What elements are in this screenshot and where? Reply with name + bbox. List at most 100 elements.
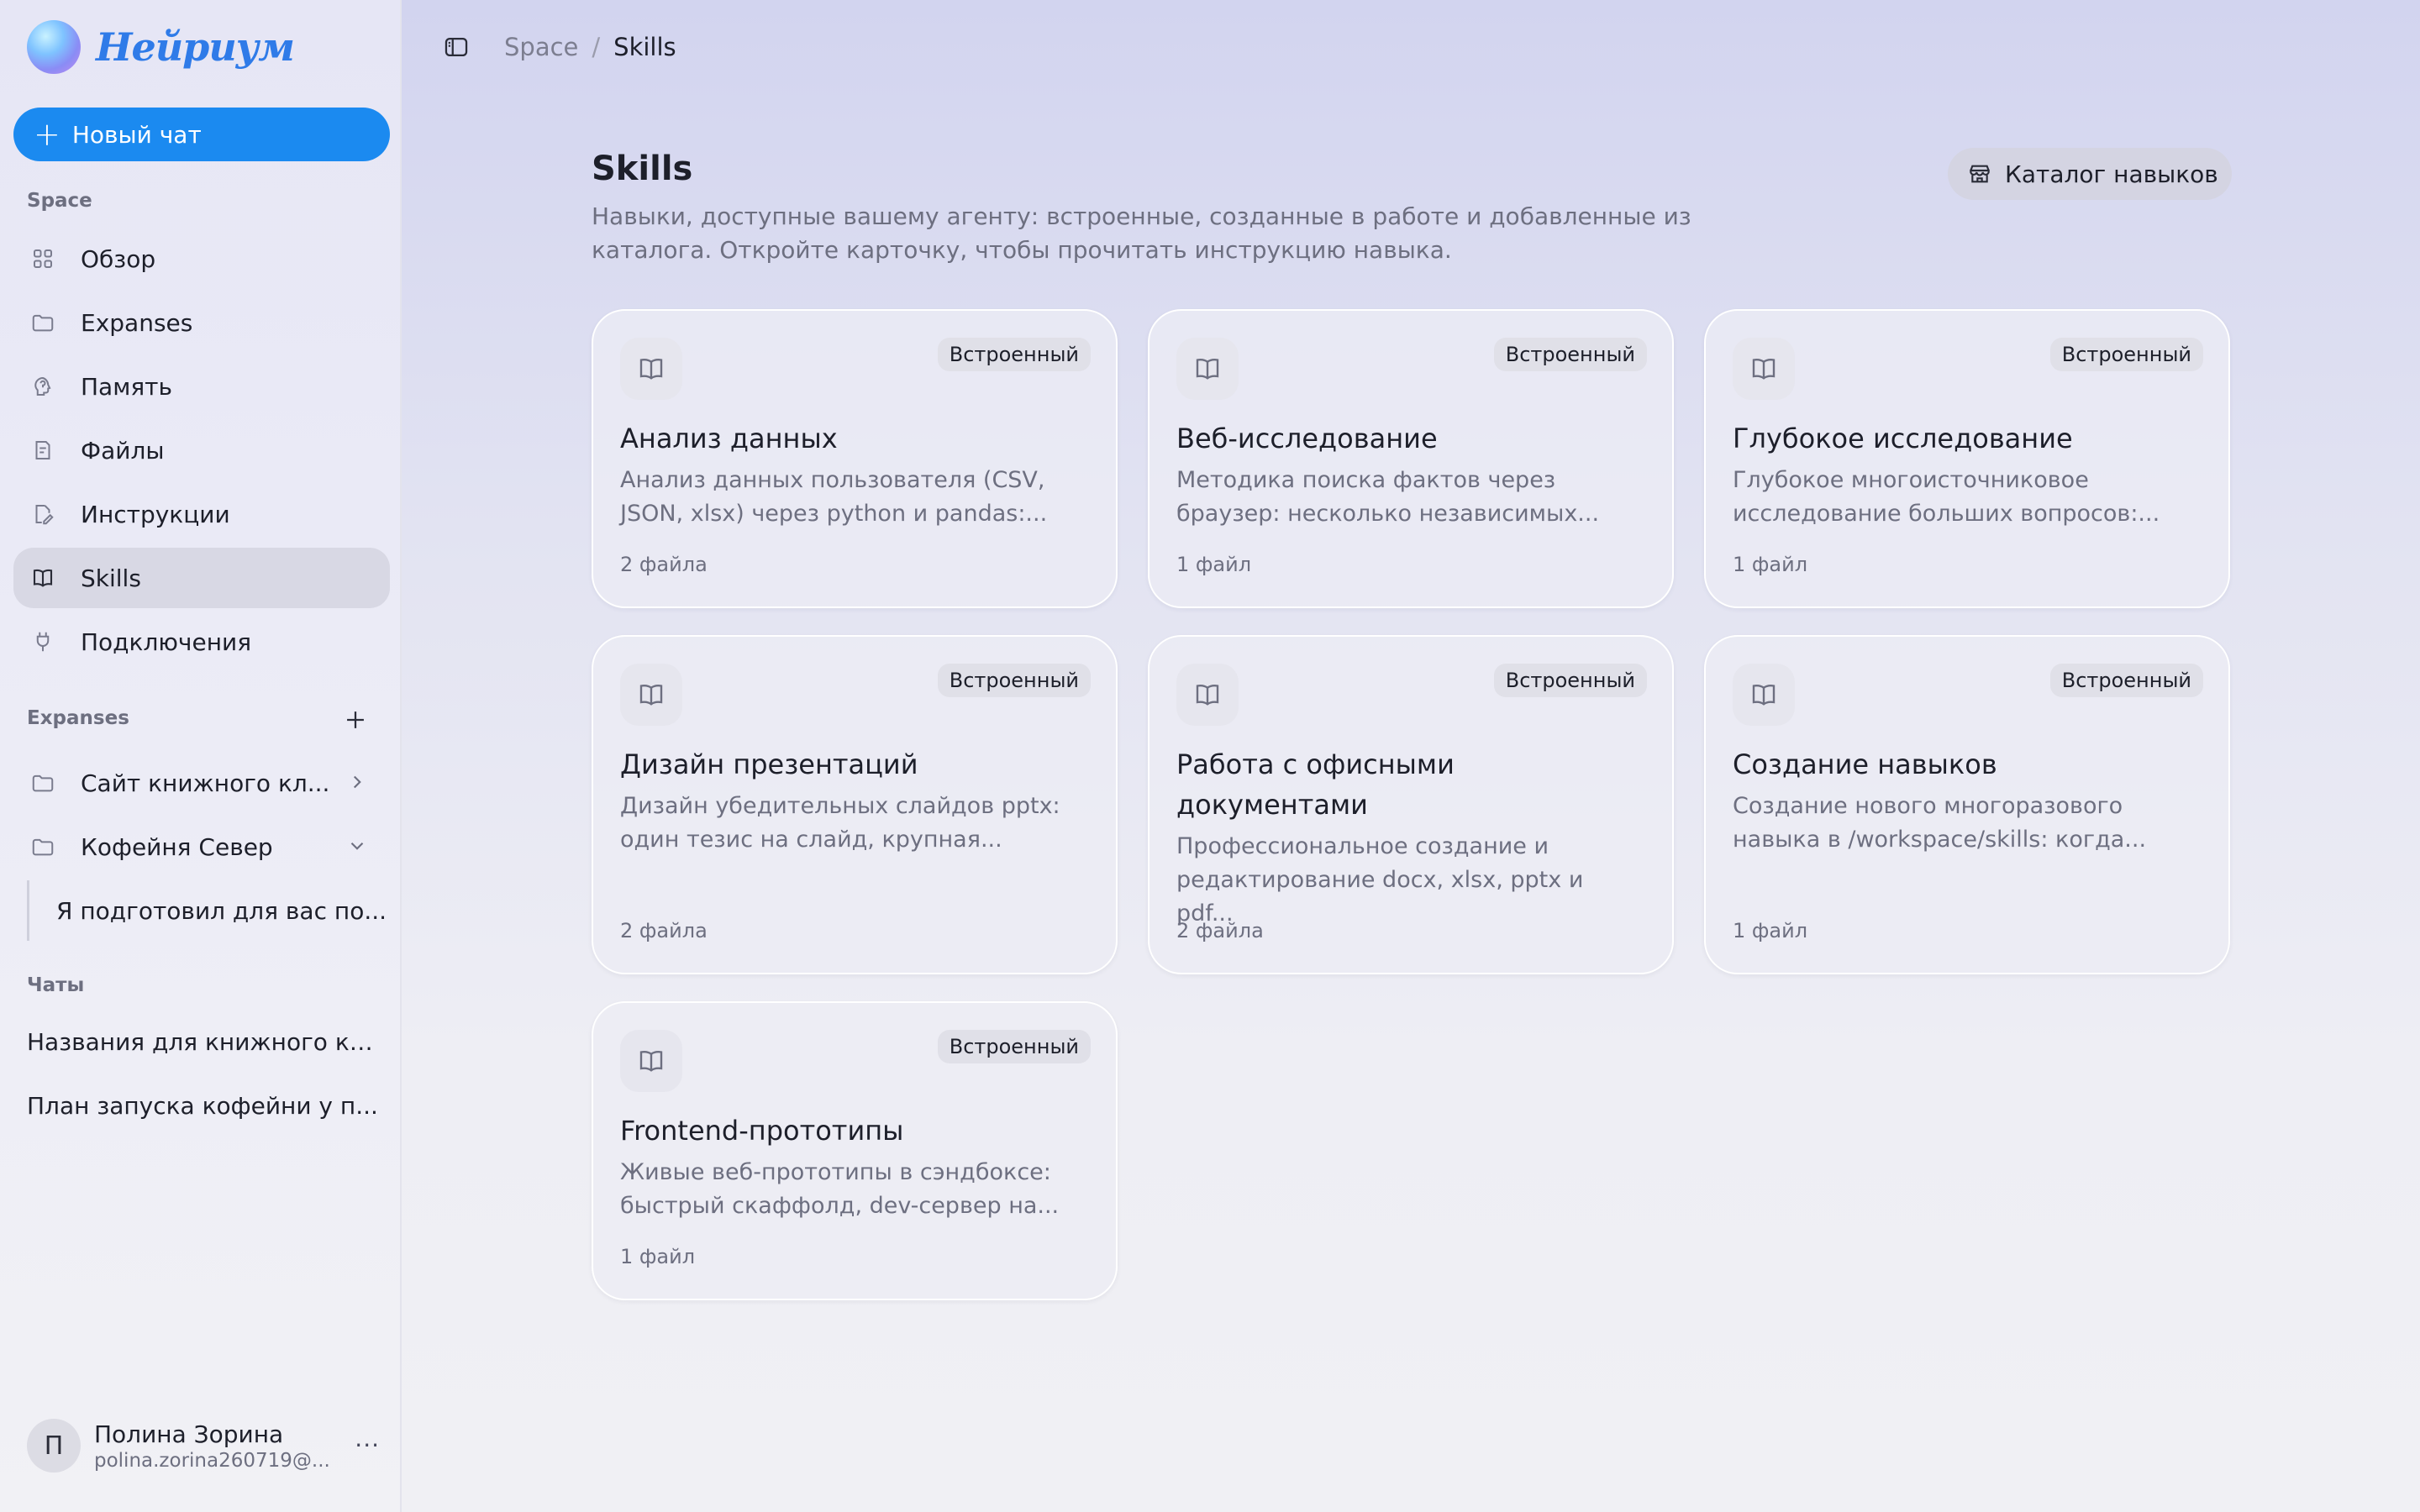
- book-icon: [29, 564, 57, 592]
- book-icon: [1733, 338, 1795, 400]
- sidebar-item-files[interactable]: Файлы: [13, 420, 390, 480]
- book-icon: [620, 338, 682, 400]
- builtin-badge: Встроенный: [2049, 338, 2203, 371]
- grid-icon: [29, 244, 57, 273]
- new-chat-button[interactable]: + Новый чат: [13, 108, 390, 161]
- edit-document-icon: [29, 500, 57, 528]
- skill-description: Глубокое многоисточниковое исследование …: [1733, 467, 2160, 527]
- page-title: Skills: [592, 150, 693, 188]
- sidebar-item-label: Подключения: [81, 627, 252, 656]
- skill-description: Профессиональное создание и редактирован…: [1176, 833, 1584, 927]
- sidebar-item-label: Файлы: [81, 436, 165, 465]
- expanse-item-book-club[interactable]: Сайт книжного кл...: [13, 753, 390, 813]
- skill-file-count: 2 файла: [620, 919, 708, 942]
- sidebar-item-instructions[interactable]: Инструкции: [13, 484, 390, 544]
- user-name: Полина Зорина: [94, 1420, 284, 1448]
- user-info: Полина Зорина polina.zorina260719@...: [94, 1420, 330, 1472]
- section-label-chats: Чаты: [27, 974, 85, 996]
- skills-catalog-button[interactable]: Каталог навыков: [1948, 148, 2232, 200]
- skill-title: Глубокое исследование: [1733, 423, 2073, 454]
- book-icon: [1176, 664, 1239, 726]
- section-label-expanses: Expanses: [27, 707, 129, 729]
- sidebar-item-label: Expanses: [81, 308, 193, 337]
- book-icon: [620, 664, 682, 726]
- builtin-badge: Встроенный: [937, 1030, 1091, 1063]
- skill-description: Живые веб-прототипы в сэндбоксе: быстрый…: [620, 1159, 1060, 1219]
- skill-card[interactable]: Встроенный Глубокое исследование Глубоко…: [1704, 309, 2230, 608]
- folder-icon: [29, 308, 57, 337]
- expanse-item-label: Кофейня Север: [81, 832, 273, 861]
- book-icon: [620, 1030, 682, 1092]
- skill-card[interactable]: Встроенный Работа с офисными документами…: [1148, 635, 1674, 974]
- catalog-button-label: Каталог навыков: [2005, 160, 2218, 188]
- sidebar-item-skills[interactable]: Skills: [13, 548, 390, 608]
- more-options-icon[interactable]: ···: [355, 1431, 380, 1459]
- builtin-badge: Встроенный: [2049, 664, 2203, 697]
- sidebar-item-memory[interactable]: Память: [13, 356, 390, 417]
- store-icon: [1970, 165, 1990, 183]
- skill-file-count: 2 файла: [620, 553, 708, 576]
- breadcrumb-current: Skills: [613, 33, 676, 61]
- skill-card[interactable]: Встроенный Анализ данных Анализ данных п…: [592, 309, 1118, 608]
- skill-description: Методика поиска фактов через браузер: не…: [1176, 467, 1600, 527]
- expanse-item-coffee-shop[interactable]: Кофейня Север: [13, 816, 390, 877]
- sidebar-item-connections[interactable]: Подключения: [13, 612, 390, 672]
- skill-description: Анализ данных пользователя (CSV, JSON, x…: [620, 467, 1048, 527]
- folder-icon: [29, 832, 57, 861]
- sidebar: Нейриум + Новый чат Space Обзор Expanses…: [0, 0, 402, 1512]
- expanse-item-label: Сайт книжного кл...: [81, 769, 330, 797]
- skill-title: Работа с офисными документами: [1176, 748, 1455, 821]
- book-icon: [1176, 338, 1239, 400]
- skill-card[interactable]: Встроенный Веб-исследование Методика пои…: [1148, 309, 1674, 608]
- breadcrumb: Space / Skills: [442, 30, 676, 64]
- skill-title: Веб-исследование: [1176, 423, 1438, 454]
- skill-file-count: 1 файл: [1733, 553, 1808, 576]
- skill-title: Создание навыков: [1733, 748, 1997, 780]
- builtin-badge: Встроенный: [1493, 664, 1647, 697]
- skill-file-count: 1 файл: [620, 1245, 696, 1268]
- skill-title: Анализ данных: [620, 423, 838, 454]
- brain-icon: [29, 372, 57, 401]
- sidebar-item-expanses[interactable]: Expanses: [13, 292, 390, 353]
- skill-file-count: 2 файла: [1176, 919, 1264, 942]
- chevron-down-icon[interactable]: [346, 835, 368, 857]
- section-label-space: Space: [27, 190, 92, 212]
- expanse-chat-item[interactable]: Я подготовил для вас по...: [27, 880, 390, 941]
- breadcrumb-separator: /: [592, 33, 601, 61]
- new-chat-label: Новый чат: [71, 120, 202, 149]
- file-icon: [29, 436, 57, 465]
- skill-title: Frontend-прототипы: [620, 1115, 904, 1147]
- sidebar-item-label: Skills: [81, 564, 141, 592]
- builtin-badge: Встроенный: [1493, 338, 1647, 371]
- logo-orb-icon: [27, 20, 81, 74]
- chat-item[interactable]: Названия для книжного кл...: [27, 1028, 380, 1056]
- skill-file-count: 1 файл: [1733, 919, 1808, 942]
- page-description: Навыки, доступные вашему агенту: встроен…: [592, 202, 1691, 264]
- skill-card[interactable]: Встроенный Frontend-прототипы Живые веб-…: [592, 1001, 1118, 1300]
- book-icon: [1733, 664, 1795, 726]
- plus-icon: +: [34, 116, 60, 153]
- builtin-badge: Встроенный: [937, 338, 1091, 371]
- sidebar-item-overview[interactable]: Обзор: [13, 228, 390, 289]
- sidebar-item-label: Инструкции: [81, 500, 230, 528]
- skill-card[interactable]: Встроенный Создание навыков Создание нов…: [1704, 635, 2230, 974]
- builtin-badge: Встроенный: [937, 664, 1091, 697]
- user-profile[interactable]: П Полина Зорина polina.zorina260719@... …: [27, 1416, 380, 1475]
- folder-icon: [29, 769, 57, 797]
- plus-icon: [347, 711, 364, 728]
- logo-text: Нейриум: [96, 24, 295, 70]
- sidebar-item-label: Обзор: [81, 244, 156, 273]
- avatar: П: [27, 1419, 81, 1473]
- app-logo[interactable]: Нейриум: [27, 20, 295, 74]
- chevron-right-icon[interactable]: [346, 771, 368, 793]
- sidebar-item-label: Память: [81, 372, 172, 401]
- breadcrumb-space[interactable]: Space: [504, 33, 578, 61]
- skill-title: Дизайн презентаций: [620, 748, 918, 780]
- sidebar-toggle-icon[interactable]: [442, 33, 471, 61]
- add-expanse-button[interactable]: [341, 706, 370, 734]
- skill-card[interactable]: Встроенный Дизайн презентаций Дизайн убе…: [592, 635, 1118, 974]
- skill-file-count: 1 файл: [1176, 553, 1252, 576]
- user-email: polina.zorina260719@...: [94, 1449, 330, 1472]
- chat-item[interactable]: План запуска кофейни у п...: [27, 1092, 380, 1120]
- plug-icon: [29, 627, 57, 656]
